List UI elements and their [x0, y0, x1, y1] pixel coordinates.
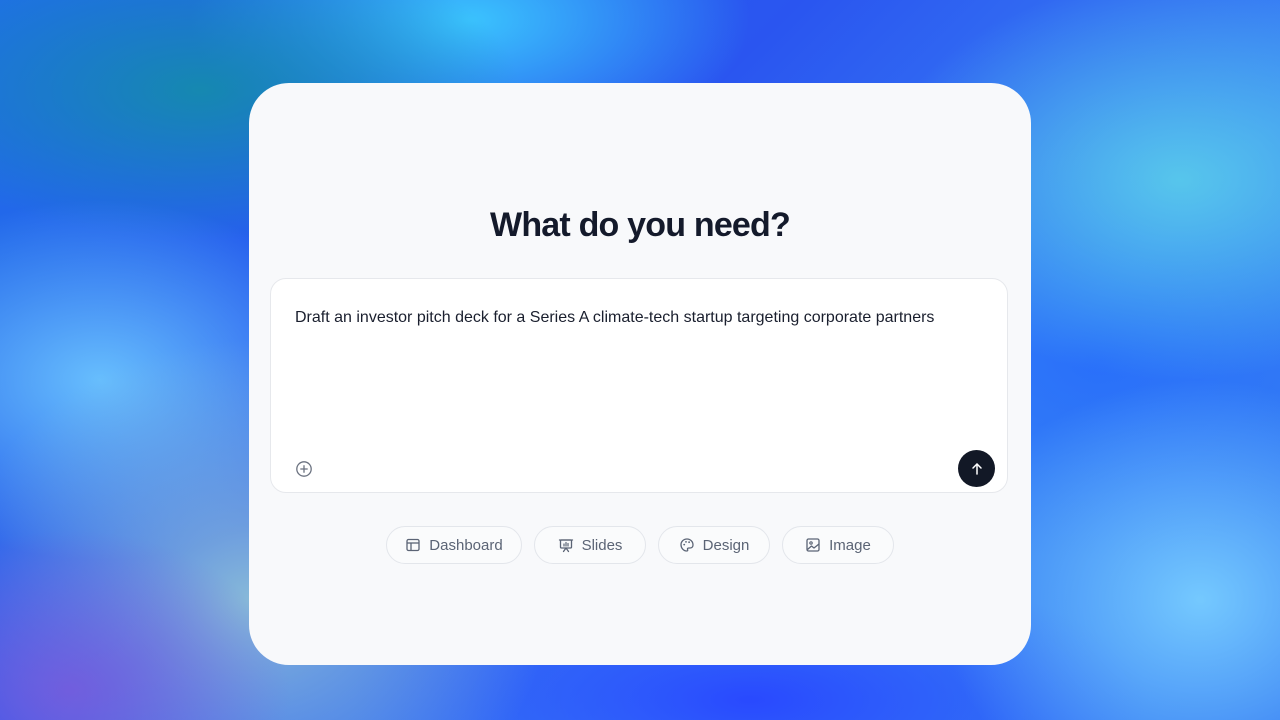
chip-design[interactable]: Design: [658, 526, 770, 564]
prompt-composer[interactable]: Draft an investor pitch deck for a Serie…: [270, 278, 1008, 493]
chip-slides[interactable]: Slides: [534, 526, 646, 564]
chip-label: Slides: [581, 536, 623, 554]
chip-image[interactable]: Image: [782, 526, 894, 564]
chip-dashboard[interactable]: Dashboard: [386, 526, 522, 564]
image-icon: [806, 538, 820, 552]
layout-icon: [406, 538, 420, 552]
chip-label: Image: [829, 536, 871, 554]
arrow-up-icon: [971, 462, 982, 475]
page-title: What do you need?: [490, 206, 791, 244]
presentation-icon: [558, 539, 573, 553]
plus-circle-icon: [296, 461, 312, 477]
chip-label: Dashboard: [429, 536, 503, 554]
chip-label: Design: [702, 536, 750, 554]
add-attachment-button[interactable]: [294, 459, 314, 479]
palette-icon: [679, 538, 694, 552]
prompt-input[interactable]: Draft an investor pitch deck for a Serie…: [295, 307, 985, 329]
send-button[interactable]: [958, 450, 995, 487]
